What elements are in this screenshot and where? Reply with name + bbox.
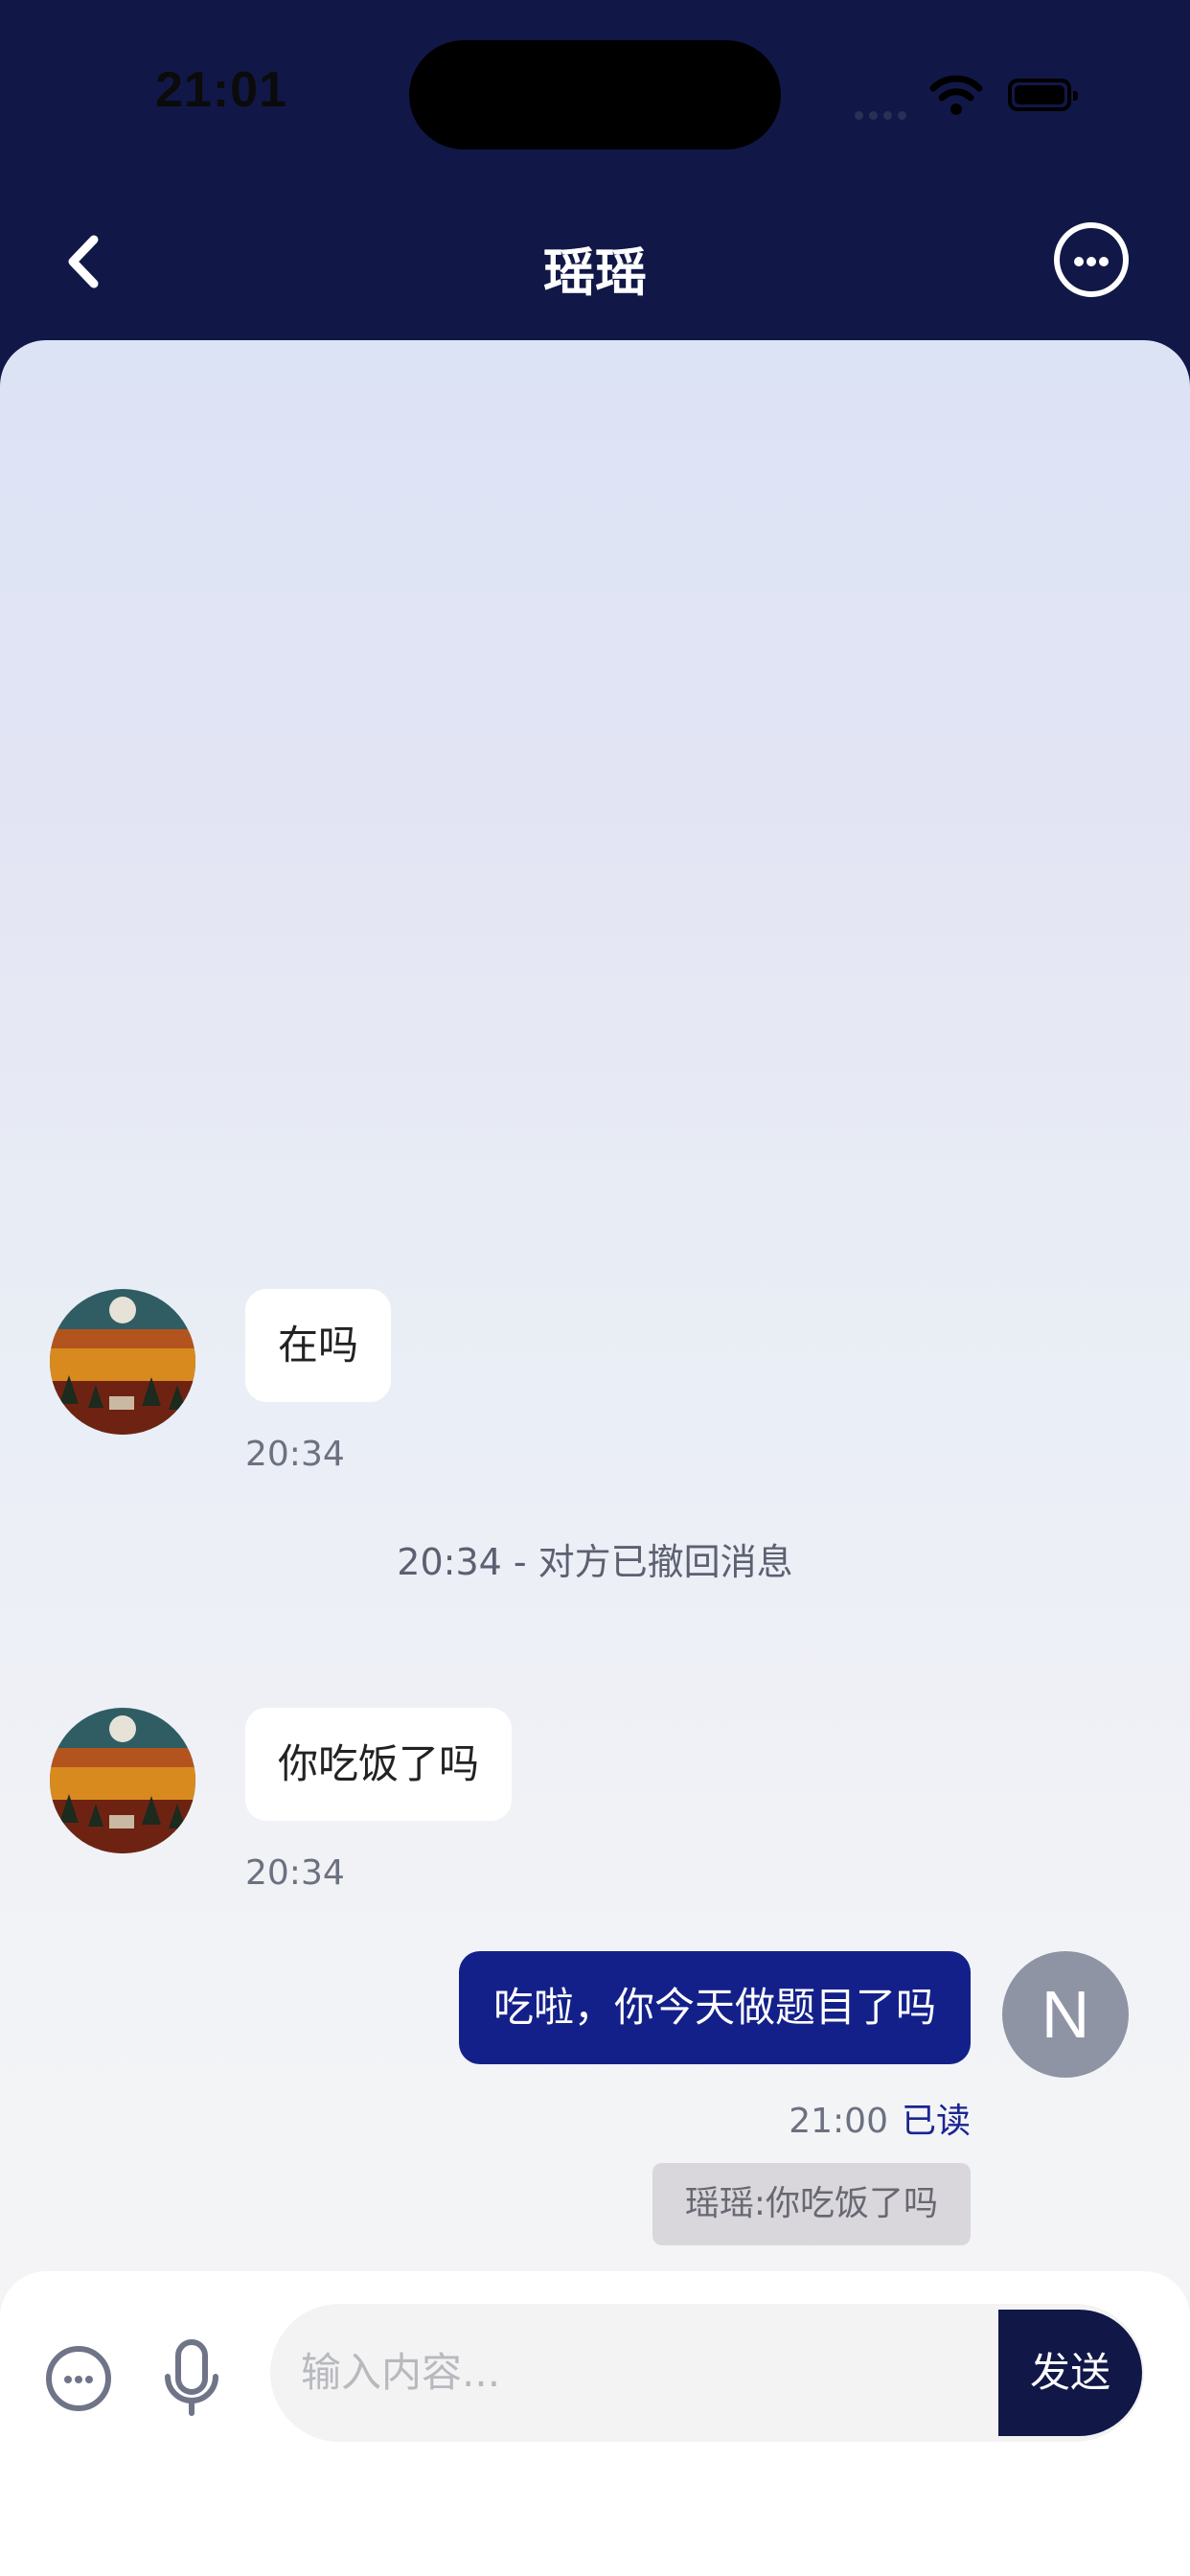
microphone-icon[interactable] (163, 2338, 220, 2419)
dynamic-island (409, 40, 781, 150)
message-time: 20:34 (245, 1853, 345, 1893)
signal-icon (855, 105, 912, 124)
nav-bar: 瑶瑶 (0, 192, 1190, 335)
status-time: 21:01 (155, 62, 287, 118)
recall-notice: 20:34 - 对方已撤回消息 (397, 1541, 793, 1583)
emoji-icon[interactable] (46, 2346, 111, 2411)
contact-avatar[interactable] (50, 1708, 195, 1853)
message-time: 20:34 (245, 1435, 345, 1474)
message-bubble-outgoing[interactable]: 吃啦，你今天做题目了吗 (458, 1951, 971, 2064)
message-bubble-incoming[interactable]: 你吃饭了吗 (245, 1708, 513, 1821)
quoted-message[interactable]: 瑶瑶:你吃饭了吗 (652, 2163, 971, 2245)
message-meta: 21:00 已读 (789, 2093, 971, 2141)
user-avatar[interactable]: N (1002, 1951, 1129, 2078)
battery-icon (1008, 79, 1078, 111)
read-status: 已读 (901, 2102, 971, 2141)
input-placeholder: 输入内容... (301, 2349, 501, 2396)
chat-title: 瑶瑶 (543, 242, 647, 303)
message-bubble-incoming[interactable]: 在吗 (245, 1289, 392, 1402)
more-icon[interactable] (1054, 222, 1129, 297)
contact-avatar[interactable] (50, 1289, 195, 1435)
status-bar: 21:01 (0, 0, 1190, 192)
input-bar: 输入内容... 发送 (0, 2271, 1190, 2576)
send-button[interactable]: 发送 (998, 2310, 1142, 2436)
chat-area[interactable]: 在吗 20:34 20:34 - 对方已撤回消息 你吃饭了吗 20:34 吃啦，… (0, 340, 1190, 2576)
wifi-icon (929, 75, 983, 115)
message-time: 21:00 (789, 2102, 888, 2141)
